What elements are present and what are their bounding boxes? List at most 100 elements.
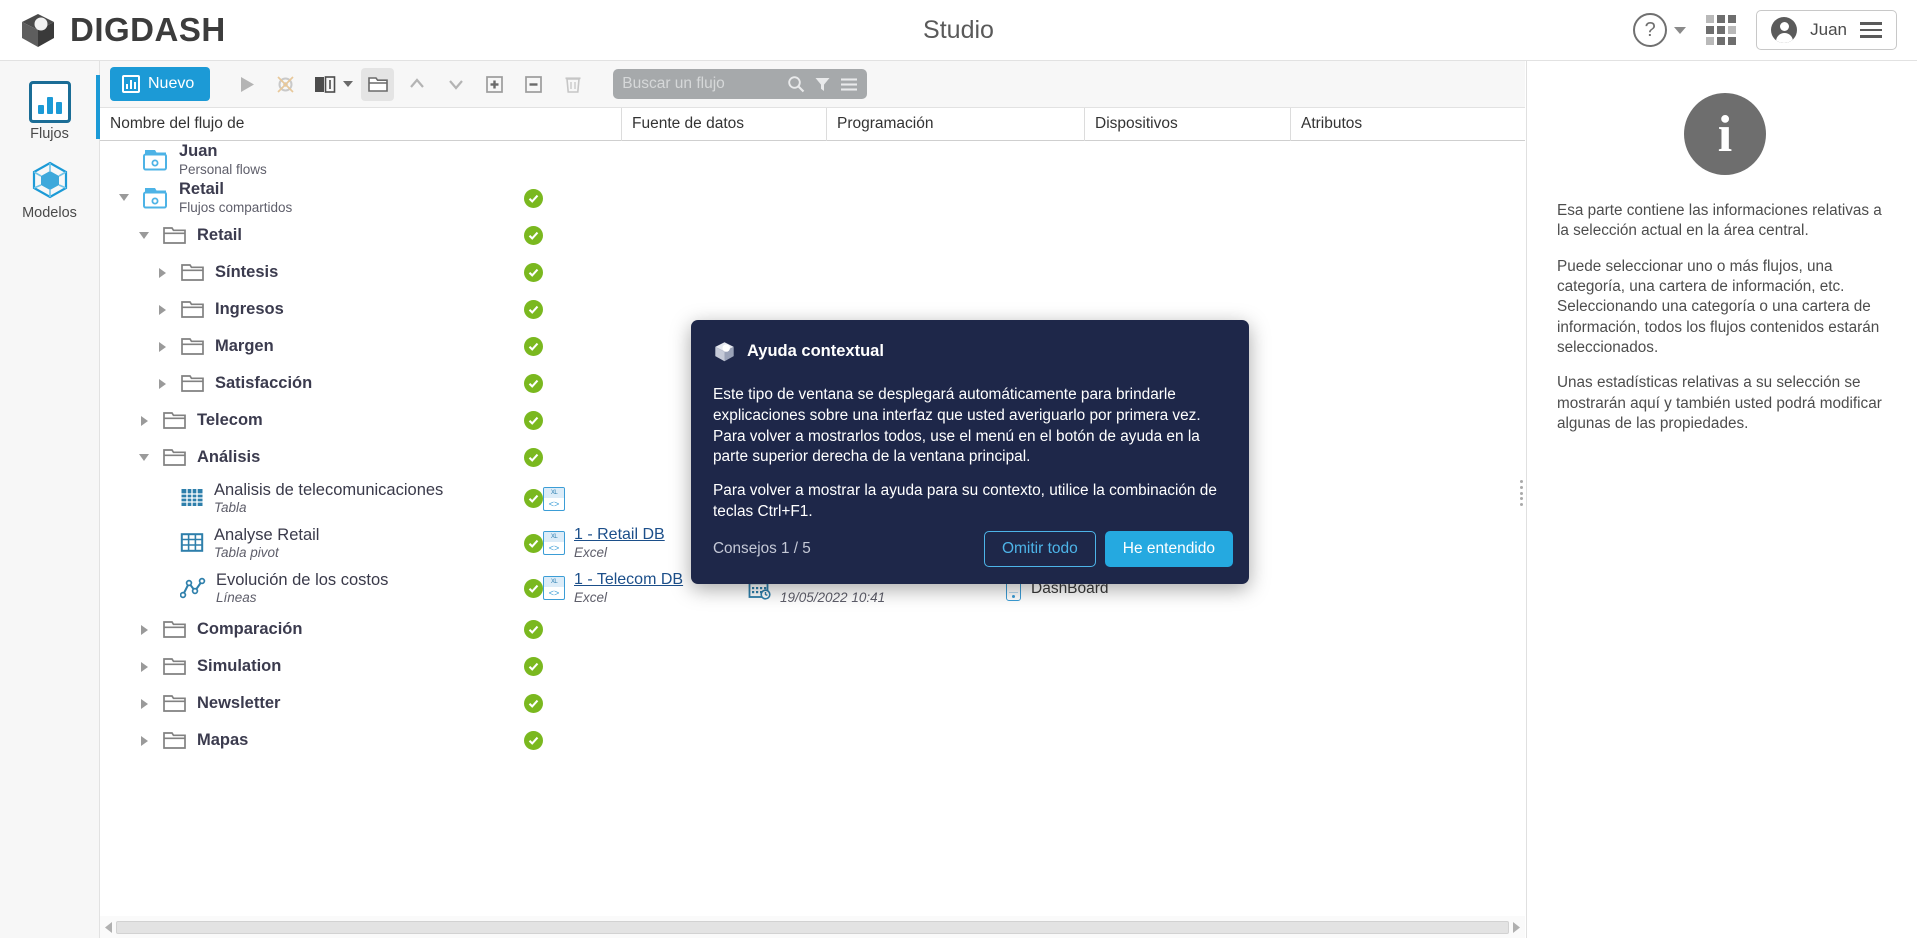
folder-icon — [163, 695, 186, 712]
new-flow-label: Nuevo — [148, 75, 195, 92]
scroll-left-arrow-icon[interactable] — [102, 921, 116, 933]
status-ok-icon — [524, 263, 543, 282]
folder-icon — [367, 77, 388, 92]
folder-icon — [181, 301, 204, 318]
search-flow-box[interactable]: Buscar un flujo — [613, 69, 868, 99]
run-flow-button[interactable] — [230, 68, 263, 101]
status-ok-icon — [524, 620, 543, 639]
table-row[interactable]: Juan Personal flows — [100, 141, 1525, 179]
status-ok-icon — [524, 579, 543, 598]
new-folder-button[interactable] — [361, 67, 395, 101]
table-row[interactable]: Retail Flujos compartidos — [100, 179, 1525, 217]
table-row[interactable]: Retail — [100, 217, 1525, 254]
view-mode-button[interactable] — [308, 68, 341, 101]
brand-logo[interactable]: DIGDASH — [18, 10, 226, 50]
dialog-paragraph-2: Para volver a mostrar la ayuda para su c… — [713, 482, 1217, 520]
folder-icon — [181, 375, 204, 392]
search-icon[interactable] — [787, 75, 805, 93]
collapse-minus-icon — [525, 75, 543, 93]
new-flow-button[interactable]: Nuevo — [110, 67, 211, 101]
move-down-button[interactable] — [439, 68, 472, 101]
help-icon: ? — [1633, 13, 1668, 47]
tree-twisty-collapsed[interactable] — [154, 376, 170, 392]
column-header-attributes[interactable]: Atributos — [1291, 108, 1467, 141]
table-row[interactable]: Síntesis — [100, 254, 1525, 291]
help-button[interactable]: ? — [1633, 13, 1687, 47]
table-row[interactable]: Newsletter — [100, 685, 1525, 722]
view-mode-chevron-down-icon[interactable] — [343, 81, 354, 87]
tree-item-name: Evolución de los costos — [216, 570, 389, 589]
sidebar-item-flujos[interactable]: Flujos — [0, 73, 100, 150]
tree-twisty-collapsed[interactable] — [136, 413, 152, 429]
column-header-name[interactable]: Nombre del flujo de — [100, 107, 622, 141]
datasource-link[interactable]: 1 - Telecom DB — [574, 571, 683, 590]
dialog-header: Ayuda contextual — [713, 340, 1227, 363]
filter-icon[interactable] — [814, 76, 831, 93]
datasource-cell[interactable]: XL <> 1 - Telecom DB Excel — [543, 571, 683, 606]
tree-item-subtitle: Tabla — [214, 500, 247, 516]
status-ok-icon — [524, 731, 543, 750]
sidebar-item-modelos[interactable]: Modelos — [0, 150, 99, 229]
dialog-body: Este tipo de ventana se desplegará autom… — [713, 385, 1227, 523]
status-ok-icon — [524, 448, 543, 467]
table-row[interactable]: Simulation — [100, 648, 1525, 685]
tree-twisty-collapsed[interactable] — [154, 339, 170, 355]
hamburger-menu-icon[interactable] — [1860, 22, 1882, 38]
search-menu-icon[interactable] — [840, 77, 858, 92]
info-paragraph-3: Unas estadísticas relativas a su selecci… — [1557, 374, 1882, 433]
search-input[interactable]: Buscar un flujo — [622, 75, 778, 93]
tree-item-name: Telecom — [197, 411, 263, 429]
apps-grid-icon[interactable] — [1706, 15, 1737, 45]
tree-twisty-placeholder — [154, 490, 170, 506]
collapse-all-button[interactable] — [517, 68, 550, 101]
status-ok-icon — [524, 337, 543, 356]
status-ok-icon — [524, 374, 543, 393]
panel-splitter[interactable] — [1518, 480, 1524, 506]
tree-twisty-expanded[interactable] — [116, 190, 132, 206]
horizontal-scrollbar[interactable] — [100, 916, 1525, 938]
gear-disabled-icon — [277, 75, 294, 93]
tree-twisty-collapsed[interactable] — [136, 733, 152, 749]
bar-chart-icon — [28, 81, 71, 123]
user-menu-button[interactable]: Juan — [1756, 10, 1897, 50]
tree-twisty-collapsed[interactable] — [136, 696, 152, 712]
tree-item-name: Ingresos — [215, 300, 284, 318]
brand-name: DIGDASH — [70, 11, 226, 48]
tree-twisty-collapsed[interactable] — [136, 622, 152, 638]
scroll-thumb[interactable] — [116, 920, 1509, 934]
excel-file-icon: XL <> — [543, 531, 565, 556]
table-icon — [181, 489, 203, 507]
trash-icon — [565, 77, 581, 93]
delete-button[interactable] — [556, 68, 589, 101]
tree-twisty-expanded[interactable] — [136, 228, 152, 244]
datasource-cell[interactable]: XL <> — [543, 486, 565, 511]
datasource-cell[interactable]: XL <> 1 - Retail DB Excel — [543, 526, 665, 561]
bar-chart-icon — [122, 75, 140, 93]
tree-twisty-collapsed[interactable] — [136, 659, 152, 675]
stop-flow-button[interactable] — [269, 68, 302, 101]
status-ok-icon — [524, 226, 543, 245]
left-rail: Flujos Modelos — [0, 61, 100, 938]
expand-all-button[interactable] — [478, 68, 511, 101]
move-up-button[interactable] — [400, 68, 433, 101]
tree-twisty-collapsed[interactable] — [154, 265, 170, 281]
tree-item-name: Analyse Retail — [214, 525, 320, 544]
datasource-link[interactable]: 1 - Retail DB — [574, 526, 665, 545]
table-row[interactable]: Comparación — [100, 611, 1525, 648]
column-header-datasource[interactable]: Fuente de datos — [622, 107, 827, 141]
scroll-right-arrow-icon[interactable] — [1509, 921, 1523, 933]
tree-twisty-expanded[interactable] — [136, 450, 152, 466]
tree-item-name: Satisfacción — [215, 374, 313, 392]
chevron-up-icon — [409, 78, 424, 88]
chevron-down-icon[interactable] — [1674, 26, 1687, 34]
folder-icon — [163, 658, 186, 675]
line-chart-icon — [180, 578, 206, 599]
page-title: Studio — [923, 15, 994, 44]
skip-all-button[interactable]: Omitir todo — [983, 531, 1096, 567]
status-ok-icon — [524, 534, 543, 553]
column-header-devices[interactable]: Dispositivos — [1085, 107, 1291, 141]
column-header-schedule[interactable]: Programación — [827, 107, 1085, 141]
understood-button[interactable]: He entendido — [1104, 531, 1233, 567]
table-row[interactable]: Mapas — [100, 722, 1525, 759]
tree-twisty-collapsed[interactable] — [154, 302, 170, 318]
